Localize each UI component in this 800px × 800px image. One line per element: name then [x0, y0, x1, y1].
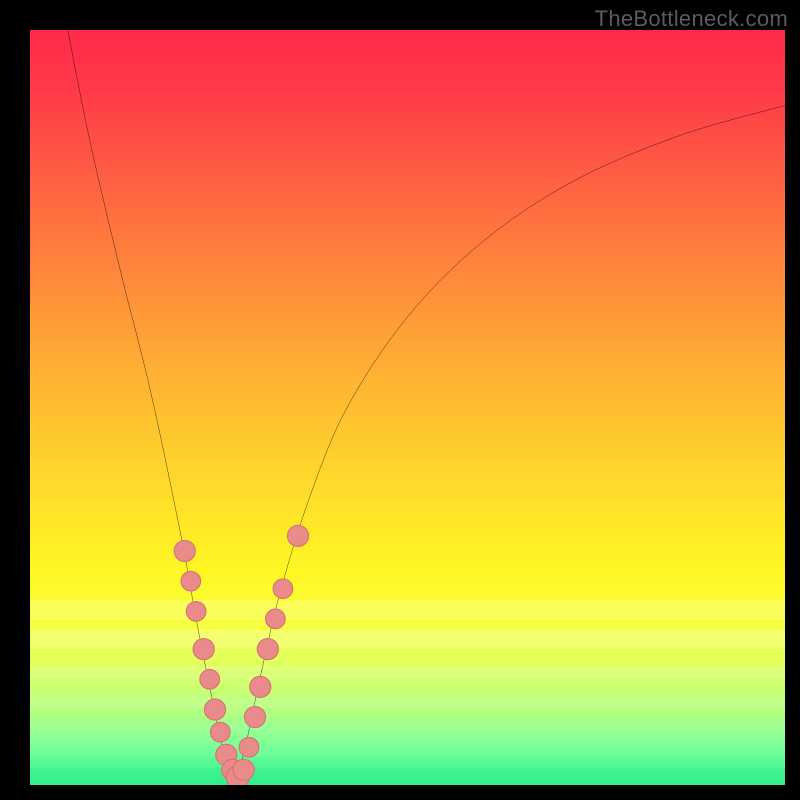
plot-area: [30, 30, 785, 785]
data-marker: [200, 669, 220, 689]
data-marker: [266, 609, 286, 629]
data-marker: [250, 676, 271, 697]
data-marker: [174, 540, 195, 561]
series-right-branch: [234, 106, 785, 786]
data-marker: [210, 722, 230, 742]
data-marker: [204, 699, 225, 720]
data-marker: [193, 639, 214, 660]
marker-group: [174, 525, 308, 785]
data-marker: [257, 639, 278, 660]
data-marker: [287, 525, 308, 546]
data-marker: [186, 602, 206, 622]
curve-group: [68, 30, 785, 785]
curve-svg: [30, 30, 785, 785]
chart-frame: TheBottleneck.com: [0, 0, 800, 800]
data-marker: [239, 737, 259, 757]
data-marker: [233, 759, 254, 780]
watermark-text: TheBottleneck.com: [595, 6, 788, 32]
data-marker: [181, 571, 201, 591]
data-marker: [244, 706, 265, 727]
data-marker: [273, 579, 293, 599]
